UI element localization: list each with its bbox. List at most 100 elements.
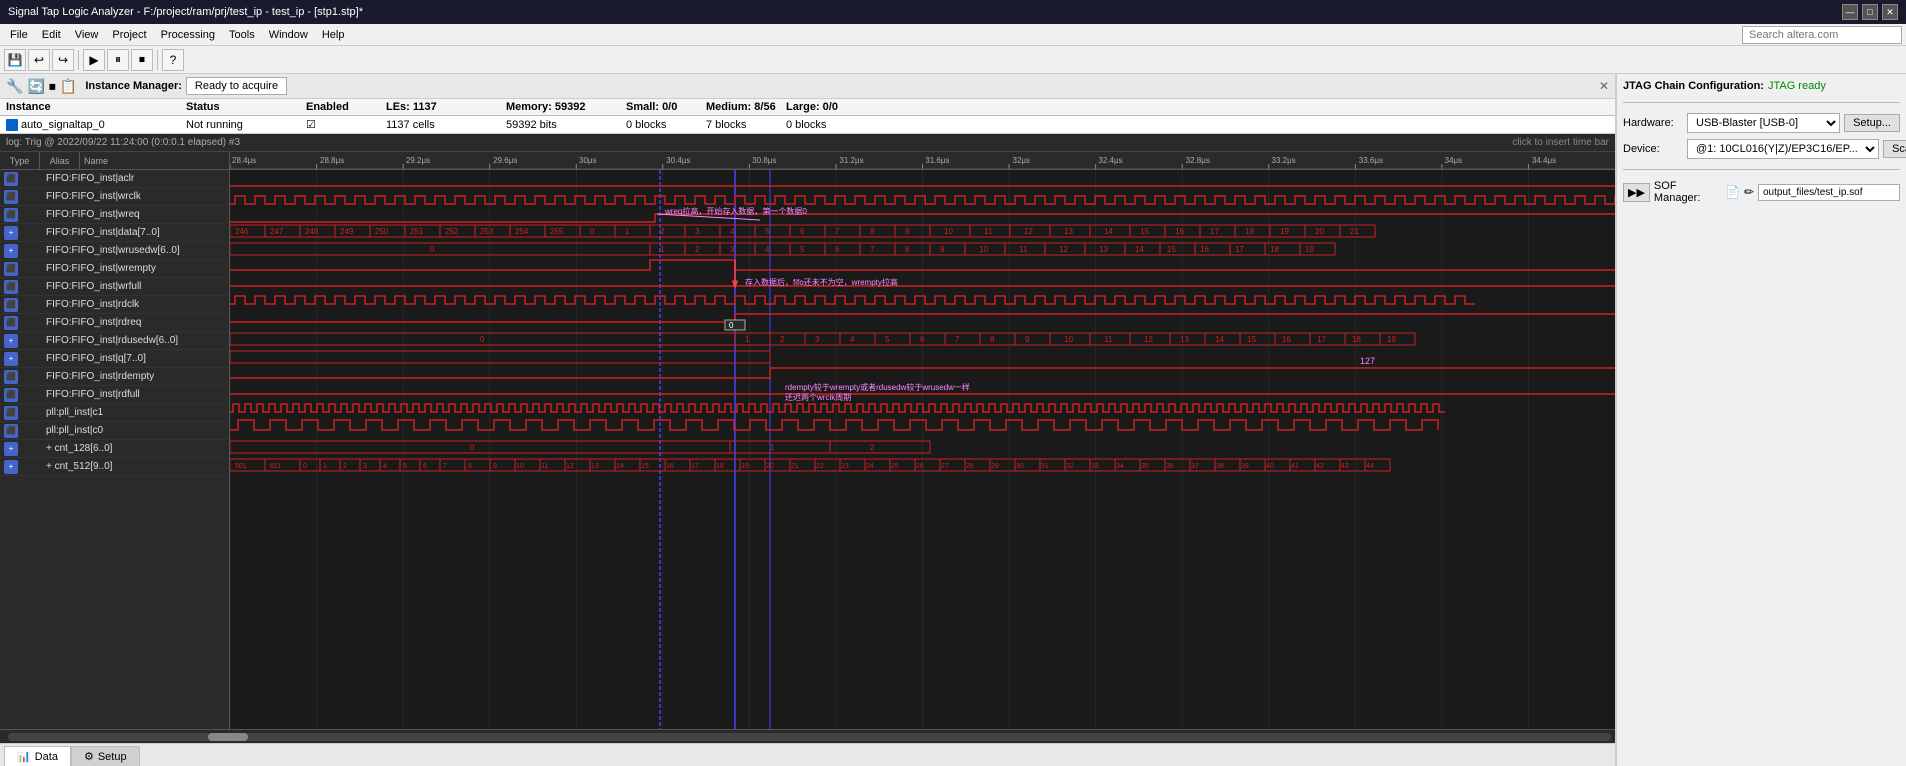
signal-icon-c0: ⬛ — [4, 424, 18, 438]
menu-project[interactable]: Project — [106, 27, 152, 43]
svg-text:17: 17 — [1235, 245, 1244, 254]
signal-row-rdfull[interactable]: ⬛ FIFO:FIFO_inst|rdfull — [0, 386, 229, 404]
menu-tools[interactable]: Tools — [223, 27, 261, 43]
svg-text:12: 12 — [566, 463, 574, 470]
svg-text:7: 7 — [955, 335, 960, 344]
svg-text:7: 7 — [443, 463, 447, 470]
signal-row-rdreq[interactable]: ⬛ FIFO:FIFO_inst|rdreq — [0, 314, 229, 332]
svg-text:10: 10 — [979, 245, 988, 254]
svg-text:15: 15 — [1167, 245, 1176, 254]
signal-row-rdempty[interactable]: ⬛ FIFO:FIFO_inst|rdempty — [0, 368, 229, 386]
app-title: Signal Tap Logic Analyzer - F:/project/r… — [8, 6, 363, 18]
tab-data[interactable]: 📊 Data — [4, 746, 71, 766]
signal-row-wrusedw[interactable]: + FIFO:FIFO_inst|wrusedw[6..0] — [0, 242, 229, 260]
tab-setup[interactable]: ⚙ Setup — [71, 746, 140, 766]
sof-path-input[interactable] — [1758, 184, 1900, 201]
signal-row-c0[interactable]: ⬛ pll:pll_inst|c0 — [0, 422, 229, 440]
signal-row-wrempty[interactable]: ⬛ FIFO:FIFO_inst|wrempty — [0, 260, 229, 278]
hardware-select[interactable]: USB-Blaster [USB-0] — [1687, 113, 1840, 133]
bottom-tabs: 📊 Data ⚙ Setup — [0, 743, 1615, 766]
svg-text:12: 12 — [1059, 245, 1068, 254]
svg-text:41: 41 — [1291, 463, 1299, 470]
signal-name-rdempty: FIFO:FIFO_inst|rdempty — [46, 371, 154, 382]
data-tab-icon: 📊 — [17, 750, 31, 763]
svg-text:2: 2 — [660, 227, 665, 236]
svg-text:20: 20 — [766, 463, 774, 470]
signal-icon-wreq: ⬛ — [4, 208, 18, 222]
main-layout: 🔧 🔄 ⏹ 📋 Instance Manager: Ready to acqui… — [0, 74, 1906, 766]
svg-text:30μs: 30μs — [579, 156, 597, 165]
close-button[interactable]: ✕ — [1882, 4, 1898, 20]
signal-row-c1[interactable]: ⬛ pll:pll_inst|c1 — [0, 404, 229, 422]
signal-row-q[interactable]: + FIFO:FIFO_inst|q[7..0] — [0, 350, 229, 368]
svg-text:40: 40 — [1266, 463, 1274, 470]
menu-view[interactable]: View — [69, 27, 105, 43]
signal-name-cnt128: + cnt_128[6..0] — [46, 443, 112, 454]
svg-text:0: 0 — [303, 463, 307, 470]
col-status: Status — [186, 101, 306, 113]
signal-row-data[interactable]: + FIFO:FIFO_inst|data[7..0] — [0, 224, 229, 242]
instance-table-row[interactable]: auto_signaltap_0 Not running ☑ 1137 cell… — [0, 116, 1615, 133]
run-button[interactable]: ▶ — [83, 49, 105, 71]
signal-row-rdusedw[interactable]: + FIFO:FIFO_inst|rdusedw[6..0] — [0, 332, 229, 350]
waveform-display[interactable]: 246 247 248 249 250 251 252 — [230, 170, 1615, 729]
svg-text:20: 20 — [1315, 227, 1324, 236]
svg-text:5: 5 — [403, 463, 407, 470]
svg-text:10: 10 — [1064, 335, 1073, 344]
log-label: log: Trig @ 2022/09/22 11:24:00 (0:0:0.1… — [6, 137, 240, 148]
search-input[interactable] — [1742, 26, 1902, 44]
setup-button[interactable]: Setup... — [1844, 114, 1900, 132]
help-button[interactable]: ? — [162, 49, 184, 71]
scrollbar-track[interactable] — [8, 733, 1611, 741]
svg-text:19: 19 — [1280, 227, 1289, 236]
click-hint[interactable]: click to insert time bar — [1512, 137, 1609, 148]
waveform-area: log: Trig @ 2022/09/22 11:24:00 (0:0:0.1… — [0, 134, 1615, 743]
instance-manager-close[interactable]: ✕ — [1599, 79, 1609, 93]
signal-row-cnt512[interactable]: + + cnt_512[9..0] — [0, 458, 229, 476]
svg-text:0: 0 — [480, 335, 485, 344]
minimize-button[interactable]: — — [1842, 4, 1858, 20]
svg-text:2: 2 — [343, 463, 347, 470]
pause-button[interactable]: ⏸ — [107, 49, 129, 71]
svg-text:13: 13 — [1099, 245, 1108, 254]
scrollbar-thumb[interactable] — [208, 733, 248, 741]
waveform-toolbar: log: Trig @ 2022/09/22 11:24:00 (0:0:0.1… — [0, 134, 1615, 152]
svg-text:11: 11 — [1019, 245, 1028, 254]
stop-button[interactable]: ⏹ — [131, 49, 153, 71]
svg-text:19: 19 — [1305, 245, 1314, 254]
signal-icon-rdreq: ⬛ — [4, 316, 18, 330]
menu-help[interactable]: Help — [316, 27, 351, 43]
svg-text:30: 30 — [1016, 463, 1024, 470]
title-controls: — □ ✕ — [1842, 4, 1898, 20]
menu-file[interactable]: File — [4, 27, 34, 43]
instance-table-header: Instance Status Enabled LEs: 1137 Memory… — [0, 99, 1615, 116]
menu-window[interactable]: Window — [263, 27, 314, 43]
sof-edit-icon[interactable]: ✏ — [1744, 185, 1754, 199]
svg-text:255: 255 — [550, 227, 564, 236]
signal-row-rdclk[interactable]: ⬛ FIFO:FIFO_inst|rdclk — [0, 296, 229, 314]
signal-name-rdclk: FIFO:FIFO_inst|rdclk — [46, 299, 139, 310]
signal-row-wrclk[interactable]: ⬛ FIFO:FIFO_inst|wrclk — [0, 188, 229, 206]
signal-row-wreq[interactable]: ⬛ FIFO:FIFO_inst|wreq — [0, 206, 229, 224]
signal-row-cnt128[interactable]: + + cnt_128[6..0] — [0, 440, 229, 458]
redo-button[interactable]: ↪ — [52, 49, 74, 71]
svg-text:26: 26 — [916, 463, 924, 470]
maximize-button[interactable]: □ — [1862, 4, 1878, 20]
menu-edit[interactable]: Edit — [36, 27, 67, 43]
sof-manager-row: ▶▶ SOF Manager: 📄 ✏ — [1623, 180, 1900, 204]
svg-text:1: 1 — [745, 335, 750, 344]
menu-processing[interactable]: Processing — [155, 27, 221, 43]
signal-row-aclr[interactable]: ⬛ FIFO:FIFO_inst|aclr — [0, 170, 229, 188]
svg-text:15: 15 — [1140, 227, 1149, 236]
signal-row-wrfull[interactable]: ⬛ FIFO:FIFO_inst|wrfull — [0, 278, 229, 296]
col-alias-header: Alias — [40, 152, 80, 169]
scan-chain-button[interactable]: Scan Chain — [1883, 140, 1906, 158]
instance-manager-icon: 🔧 — [6, 78, 23, 95]
device-select[interactable]: @1: 10CL016(Y|Z)/EP3C16/EP... — [1687, 139, 1879, 159]
sof-arrow-button[interactable]: ▶▶ — [1623, 183, 1650, 202]
scrollbar-area[interactable] — [0, 729, 1615, 743]
undo-button[interactable]: ↩ — [28, 49, 50, 71]
menu-bar: File Edit View Project Processing Tools … — [0, 24, 1906, 46]
svg-text:34: 34 — [1116, 463, 1124, 470]
save-button[interactable]: 💾 — [4, 49, 26, 71]
